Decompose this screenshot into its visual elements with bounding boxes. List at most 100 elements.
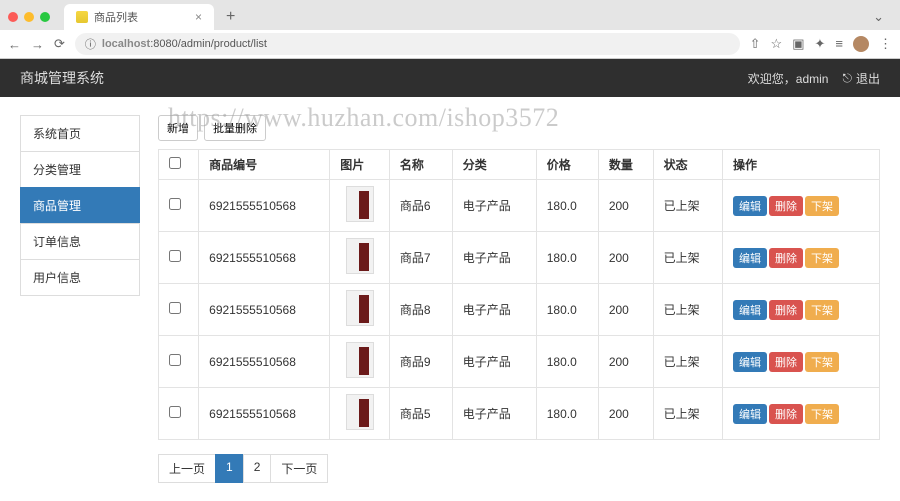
sidebar-item-2[interactable]: 商品管理: [20, 187, 140, 223]
cell: [330, 180, 390, 232]
cell: 200: [598, 232, 653, 284]
select-all-checkbox[interactable]: [169, 157, 181, 169]
table-row: 6921555510568商品8电子产品180.0200已上架编辑删除下架: [159, 284, 880, 336]
cell: 编辑删除下架: [722, 388, 879, 440]
back-icon[interactable]: ←: [8, 37, 21, 52]
url-input[interactable]: ⓘ localhost:8080/admin/product/list: [75, 33, 740, 55]
col-header-5: 价格: [536, 150, 598, 180]
col-header-6: 数量: [598, 150, 653, 180]
cell: 180.0: [536, 388, 598, 440]
delete-button[interactable]: 删除: [769, 404, 803, 424]
cell: [159, 388, 199, 440]
new-tab-button[interactable]: +: [220, 8, 241, 26]
sidebar: 系统首页分类管理商品管理订单信息用户信息: [20, 115, 140, 483]
cell: [330, 232, 390, 284]
delete-button[interactable]: 删除: [769, 300, 803, 320]
forward-icon[interactable]: →: [31, 37, 44, 52]
cell: 180.0: [536, 284, 598, 336]
next-page-button[interactable]: 下一页: [270, 454, 328, 483]
list-icon[interactable]: ≡: [835, 36, 843, 52]
edit-button[interactable]: 编辑: [733, 248, 767, 268]
browser-tab[interactable]: 商品列表 ×: [64, 4, 214, 30]
pagination: 上一页12下一页: [158, 454, 880, 483]
menu-icon[interactable]: ⋮: [879, 36, 892, 52]
cell: 商品9: [389, 336, 452, 388]
cell: [330, 284, 390, 336]
col-header-0: [159, 150, 199, 180]
row-checkbox[interactable]: [169, 406, 181, 418]
logout-button[interactable]: ⎋ 退出: [842, 70, 880, 87]
tab-close-icon[interactable]: ×: [195, 10, 202, 24]
cell: 编辑删除下架: [722, 336, 879, 388]
delete-button[interactable]: 删除: [769, 248, 803, 268]
cell: 已上架: [653, 180, 722, 232]
table-row: 6921555510568商品7电子产品180.0200已上架编辑删除下架: [159, 232, 880, 284]
page-1-button[interactable]: 1: [215, 454, 244, 483]
cell: 180.0: [536, 180, 598, 232]
row-checkbox[interactable]: [169, 198, 181, 210]
minimize-window-icon[interactable]: [24, 12, 34, 22]
page-2-button[interactable]: 2: [243, 454, 272, 483]
delete-button[interactable]: 删除: [769, 196, 803, 216]
address-bar: ← → ⟳ ⓘ localhost:8080/admin/product/lis…: [0, 30, 900, 58]
row-checkbox[interactable]: [169, 302, 181, 314]
bulk-delete-button[interactable]: 批量删除: [204, 115, 266, 141]
extensions-icon[interactable]: ✦: [815, 36, 826, 52]
col-header-2: 图片: [330, 150, 390, 180]
app-header: 商城管理系统 欢迎您，admin ⎋ 退出: [0, 59, 900, 97]
row-checkbox[interactable]: [169, 250, 181, 262]
off_shelf-button[interactable]: 下架: [805, 404, 839, 424]
profile-avatar[interactable]: [853, 36, 869, 52]
cell: 已上架: [653, 284, 722, 336]
row-checkbox[interactable]: [169, 354, 181, 366]
sidebar-item-4[interactable]: 用户信息: [20, 259, 140, 296]
cell: 6921555510568: [199, 180, 330, 232]
cell: 电子产品: [452, 284, 536, 336]
favicon-icon: [76, 11, 88, 23]
url-host: localhost: [102, 38, 150, 50]
cell: 6921555510568: [199, 388, 330, 440]
welcome-text: 欢迎您，admin: [748, 70, 829, 87]
edit-button[interactable]: 编辑: [733, 300, 767, 320]
main-content: https://www.huzhan.com/ishop3572 新增 批量删除…: [158, 115, 880, 483]
edit-button[interactable]: 编辑: [733, 404, 767, 424]
maximize-window-icon[interactable]: [40, 12, 50, 22]
tab-title: 商品列表: [94, 9, 189, 25]
cell: 电子产品: [452, 232, 536, 284]
logout-icon: ⎋: [842, 71, 852, 86]
add-button[interactable]: 新增: [158, 115, 198, 141]
edit-button[interactable]: 编辑: [733, 196, 767, 216]
sidebar-item-3[interactable]: 订单信息: [20, 223, 140, 259]
delete-button[interactable]: 删除: [769, 352, 803, 372]
info-icon: ⓘ: [85, 36, 96, 52]
cell: 电子产品: [452, 336, 536, 388]
cell: 180.0: [536, 336, 598, 388]
off_shelf-button[interactable]: 下架: [805, 196, 839, 216]
star-icon[interactable]: ☆: [771, 36, 783, 52]
off_shelf-button[interactable]: 下架: [805, 352, 839, 372]
col-header-4: 分类: [452, 150, 536, 180]
cell: 6921555510568: [199, 336, 330, 388]
cell: [159, 232, 199, 284]
prev-page-button[interactable]: 上一页: [158, 454, 216, 483]
off_shelf-button[interactable]: 下架: [805, 300, 839, 320]
sidebar-item-1[interactable]: 分类管理: [20, 151, 140, 187]
table-row: 6921555510568商品5电子产品180.0200已上架编辑删除下架: [159, 388, 880, 440]
cell: 6921555510568: [199, 232, 330, 284]
box-icon[interactable]: ▣: [792, 36, 804, 52]
cell: 编辑删除下架: [722, 232, 879, 284]
close-window-icon[interactable]: [8, 12, 18, 22]
reload-icon[interactable]: ⟳: [54, 36, 65, 52]
cell: 电子产品: [452, 388, 536, 440]
edit-button[interactable]: 编辑: [733, 352, 767, 372]
sidebar-item-0[interactable]: 系统首页: [20, 115, 140, 151]
cell: [330, 336, 390, 388]
cell: [159, 180, 199, 232]
toolbar: 新增 批量删除: [158, 115, 880, 141]
share-icon[interactable]: ⇧: [750, 36, 761, 52]
chevron-down-icon[interactable]: ⌄: [873, 9, 892, 25]
cell: 电子产品: [452, 180, 536, 232]
cell: 6921555510568: [199, 284, 330, 336]
off_shelf-button[interactable]: 下架: [805, 248, 839, 268]
brand-title: 商城管理系统: [20, 68, 104, 88]
